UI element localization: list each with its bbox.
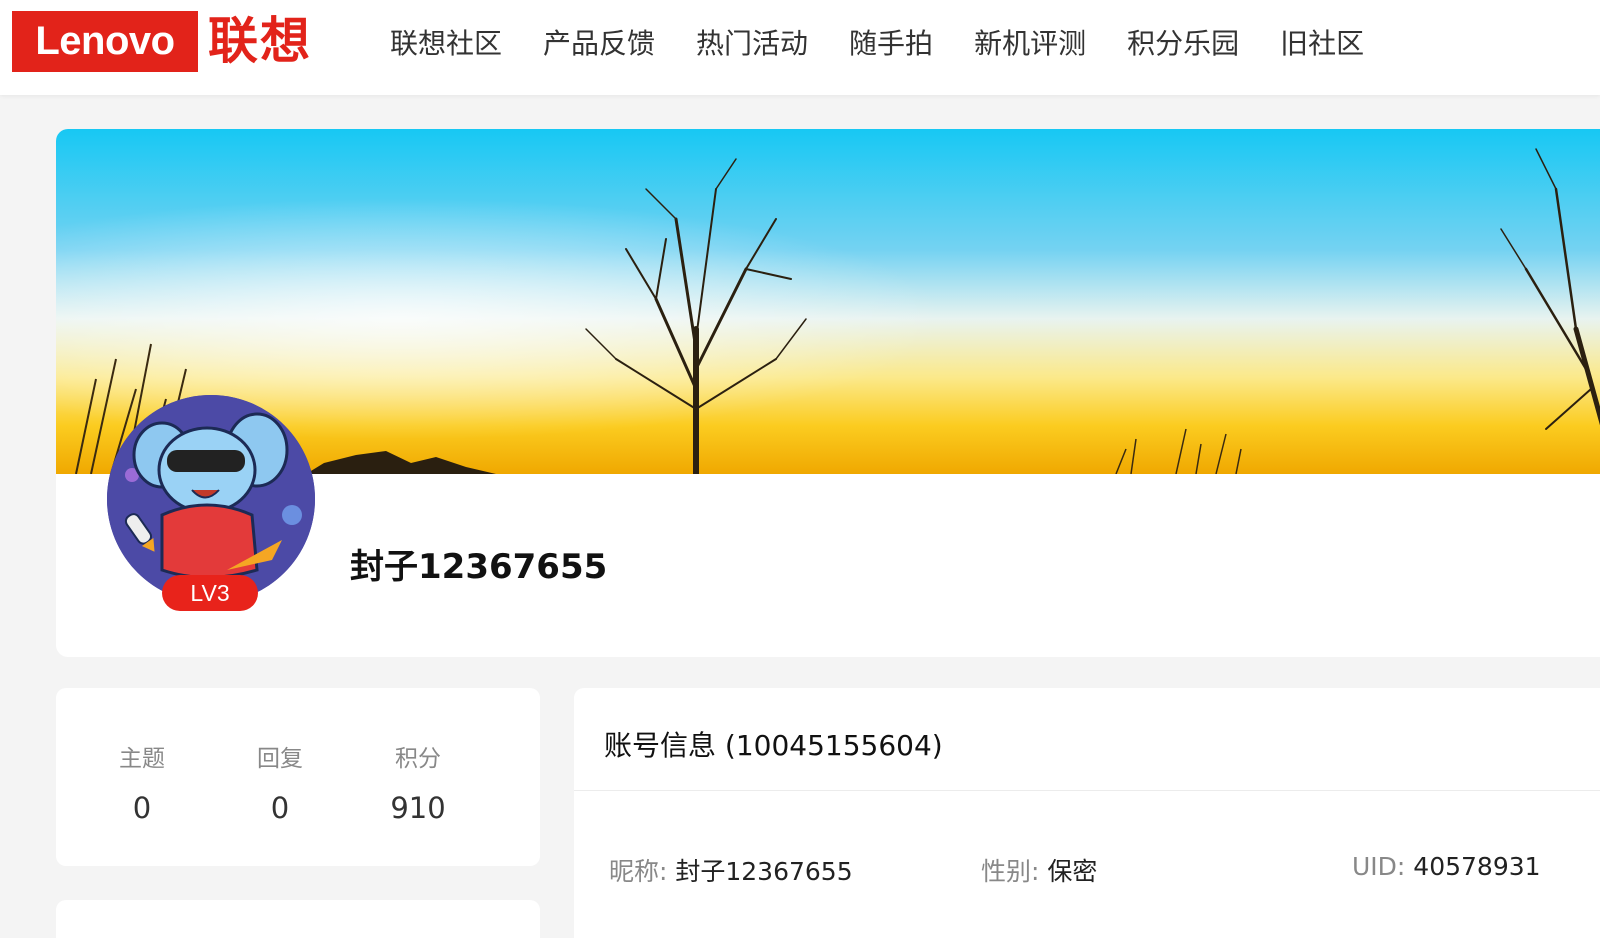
level-badge: LV3	[162, 575, 258, 611]
gender-label: 性别:	[981, 857, 1048, 886]
stat-points[interactable]: 积分 910	[358, 744, 478, 828]
info-uid: UID: 40578931	[1352, 852, 1541, 881]
nav-item-old-community[interactable]: 旧社区	[1280, 24, 1364, 64]
profile-username: 封子12367655	[350, 547, 608, 587]
stat-replies[interactable]: 回复 0	[220, 744, 340, 828]
avatar-elephant-icon	[107, 395, 315, 603]
stat-points-value: 910	[390, 791, 446, 825]
stat-topics[interactable]: 主题 0	[82, 744, 202, 828]
stat-replies-value: 0	[270, 791, 290, 825]
info-gender: 性别: 保密	[981, 852, 1097, 888]
nav-item-feedback[interactable]: 产品反馈	[543, 24, 655, 64]
nickname-value: 封子12367655	[675, 857, 853, 886]
nav-item-community[interactable]: 联想社区	[390, 24, 502, 64]
stat-replies-label: 回复	[257, 746, 303, 772]
profile-card: LV3 封子12367655	[56, 129, 1600, 657]
secondary-card	[56, 900, 540, 938]
account-info-card: 账号信息 (10045155604) 昵称: 封子12367655 性别: 保密…	[574, 688, 1600, 938]
gender-value: 保密	[1047, 857, 1098, 886]
stat-points-label: 积分	[395, 746, 441, 772]
uid-label: UID:	[1352, 852, 1414, 881]
nav-item-activities[interactable]: 热门活动	[696, 24, 808, 64]
account-info-title: 账号信息 (10045155604)	[604, 729, 943, 762]
divider	[574, 790, 1600, 791]
stats-card: 主题 0 回复 0 积分 910	[56, 688, 540, 866]
nav-item-reviews[interactable]: 新机评测	[974, 24, 1086, 64]
nav-item-snapshots[interactable]: 随手拍	[849, 24, 933, 64]
nickname-label: 昵称:	[609, 857, 676, 886]
logo-text-cn: 联想	[208, 12, 312, 70]
logo-text-en: Lenovo	[35, 19, 175, 63]
logo-box: Lenovo	[12, 11, 198, 72]
avatar[interactable]	[107, 395, 315, 603]
nav-item-points[interactable]: 积分乐园	[1127, 24, 1239, 64]
top-header: Lenovo 联想 联想社区 产品反馈 热门活动 随手拍 新机评测 积分乐园 旧…	[0, 0, 1600, 95]
info-nickname: 昵称: 封子12367655	[609, 852, 853, 888]
main-nav: 联想社区 产品反馈 热门活动 随手拍 新机评测 积分乐园 旧社区	[390, 24, 1405, 64]
avatar-wrap[interactable]: LV3	[107, 395, 315, 611]
lenovo-logo[interactable]: Lenovo 联想	[12, 11, 312, 72]
stat-topics-label: 主题	[119, 746, 165, 772]
uid-value: 40578931	[1413, 852, 1541, 881]
stat-topics-value: 0	[132, 791, 152, 825]
